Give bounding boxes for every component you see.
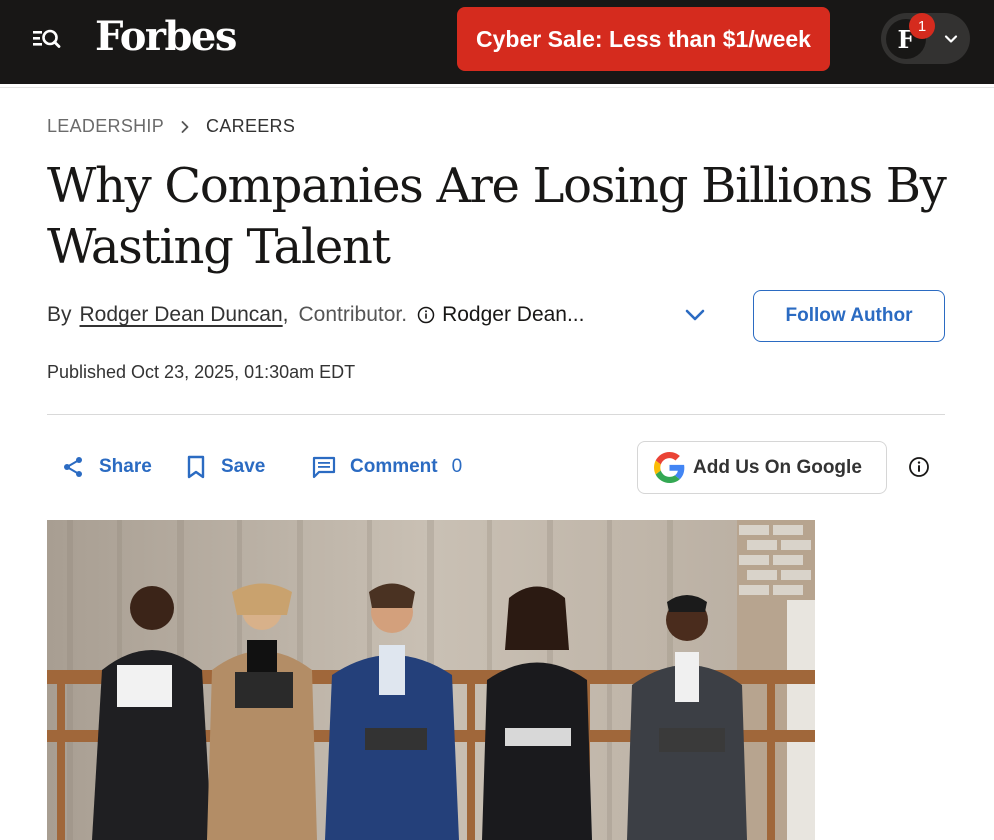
breadcrumb-careers[interactable]: CAREERS	[206, 116, 295, 137]
share-label: Share	[99, 456, 152, 477]
top-nav-bar: Forbes Cyber Sale: Less than $1/week F 1	[0, 0, 994, 84]
share-button[interactable]: Share	[61, 452, 152, 482]
author-comma: ,	[282, 303, 289, 326]
add-us-on-google-button[interactable]: Add Us On Google	[637, 441, 887, 494]
author-role: Contributor.	[298, 303, 408, 326]
by-label: By	[47, 303, 72, 326]
article-hero-image	[47, 520, 815, 840]
comment-label: Comment	[350, 456, 438, 477]
author-link[interactable]: Rodger Dean Duncan	[80, 303, 283, 327]
chevron-right-icon	[181, 120, 189, 133]
follow-author-button[interactable]: Follow Author	[753, 290, 945, 342]
comment-button[interactable]: Comment 0	[312, 452, 462, 482]
account-menu-button[interactable]: F 1	[881, 13, 970, 64]
save-label: Save	[221, 456, 266, 477]
save-button[interactable]: Save	[185, 452, 265, 482]
breadcrumb: LEADERSHIP CAREERS	[47, 116, 295, 137]
header-divider	[0, 84, 994, 88]
chevron-down-icon[interactable]	[683, 304, 707, 326]
article-title: Why Companies Are Losing Billions By Was…	[47, 158, 947, 275]
menu-search-icon[interactable]	[30, 24, 64, 54]
google-icon	[654, 452, 685, 483]
comment-count: 0	[451, 456, 463, 477]
bookmark-icon	[187, 455, 205, 479]
author-bio-truncated: Rodger Dean...	[442, 303, 585, 326]
add-us-on-google-label: Add Us On Google	[693, 456, 862, 478]
cyber-sale-button[interactable]: Cyber Sale: Less than $1/week	[457, 7, 830, 71]
info-icon[interactable]	[417, 306, 435, 324]
published-date: Published Oct 23, 2025, 01:30am EDT	[47, 362, 356, 382]
byline: By Rodger Dean Duncan , Contributor. Rod…	[47, 300, 584, 330]
comment-icon	[312, 456, 336, 479]
chevron-down-icon	[944, 35, 958, 43]
forbes-logo[interactable]: Forbes	[95, 12, 237, 62]
share-icon	[64, 457, 82, 477]
notification-badge: 1	[909, 13, 935, 39]
info-icon[interactable]	[908, 456, 930, 478]
breadcrumb-leadership[interactable]: LEADERSHIP	[47, 116, 164, 137]
divider	[47, 414, 945, 415]
